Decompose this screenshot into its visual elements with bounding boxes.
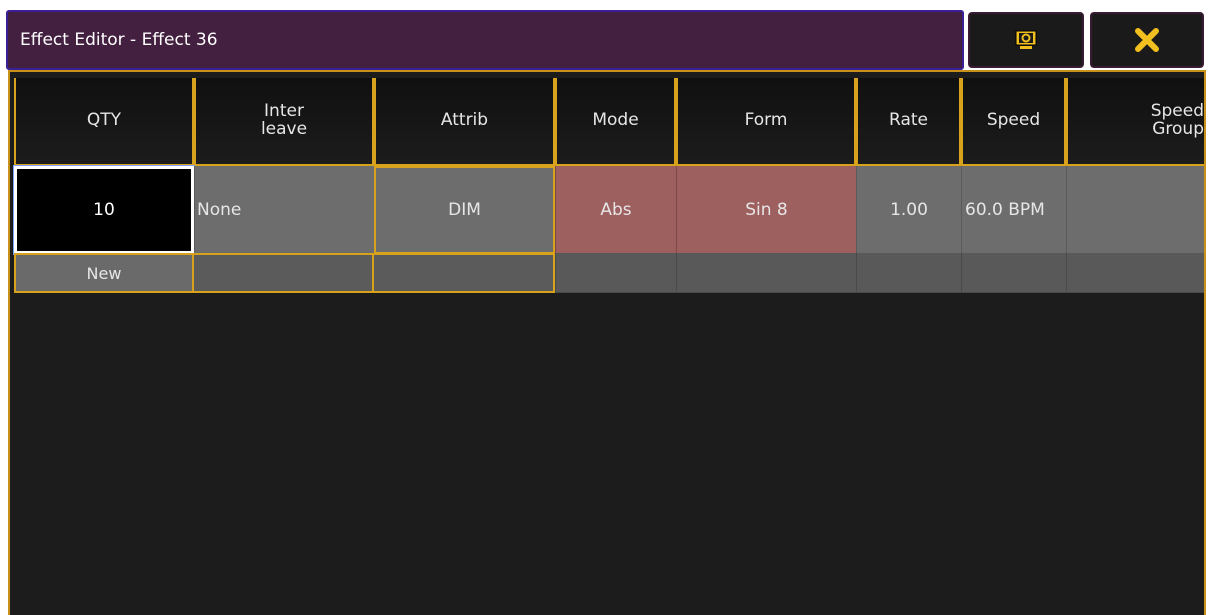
new-row-speed-cell[interactable] (961, 253, 1066, 293)
column-header-form[interactable]: Form (676, 78, 856, 166)
column-header-speed-group[interactable]: Speed Group (1066, 78, 1204, 166)
rate-cell[interactable]: 1.00 (856, 166, 961, 254)
column-header-qty[interactable]: QTY (14, 78, 194, 166)
new-row-speed-group-cell[interactable] (1066, 253, 1204, 293)
new-row-button[interactable]: New (14, 253, 194, 293)
interleave-cell[interactable]: None (194, 166, 374, 254)
close-x-icon (1135, 28, 1159, 52)
new-row-rate-cell[interactable] (856, 253, 961, 293)
view-screen-icon (1015, 30, 1037, 49)
close-button[interactable] (1090, 12, 1204, 68)
mode-cell[interactable]: Abs (555, 166, 676, 254)
attrib-cell[interactable]: DIM (374, 166, 555, 254)
new-row-attrib-cell[interactable] (374, 253, 555, 293)
column-header-speed[interactable]: Speed (961, 78, 1066, 166)
new-row-interleave-cell[interactable] (194, 253, 374, 293)
column-header-attrib[interactable]: Attrib (374, 78, 555, 166)
qty-cell[interactable]: 10 (14, 166, 194, 254)
column-header-rate[interactable]: Rate (856, 78, 961, 166)
speed-cell[interactable]: 60.0 BPM (961, 166, 1066, 254)
window-title: Effect Editor - Effect 36 (20, 30, 218, 50)
effect-editor-window: QTY Inter leave Attrib Mode Form Rate Spe… (8, 70, 1206, 615)
column-header-interleave[interactable]: Inter leave (194, 78, 374, 166)
view-button[interactable] (968, 12, 1084, 68)
new-row-mode-cell[interactable] (555, 253, 676, 293)
new-row-form-cell[interactable] (676, 253, 856, 293)
column-header-mode[interactable]: Mode (555, 78, 676, 166)
window-title-bar: Effect Editor - Effect 36 (6, 10, 964, 70)
form-cell[interactable]: Sin 8 (676, 166, 856, 254)
speed-group-cell[interactable] (1066, 166, 1204, 254)
